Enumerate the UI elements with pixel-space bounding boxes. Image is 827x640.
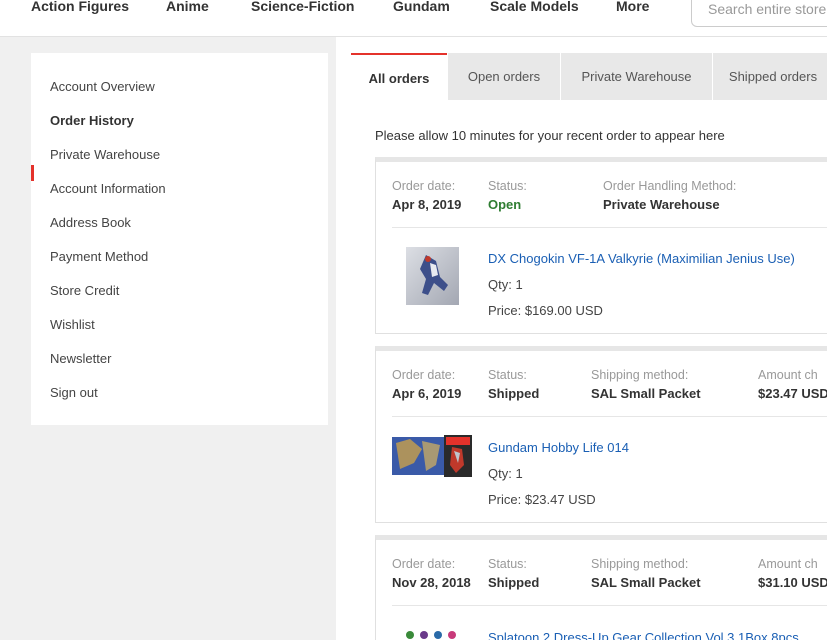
sidebar-item-order-history[interactable]: Order History bbox=[50, 113, 134, 128]
top-navigation: Action Figures Anime Science-Fiction Gun… bbox=[0, 0, 827, 37]
order-card: Order date: Apr 6, 2019 Status: Shipped … bbox=[375, 346, 827, 523]
splatoon-thumbnail-image[interactable] bbox=[404, 628, 464, 640]
order-amount: $31.10 USD bbox=[758, 575, 827, 590]
sidebar-item-account-information[interactable]: Account Information bbox=[50, 181, 166, 196]
product-price: Price: $169.00 USD bbox=[488, 303, 603, 318]
shipping-label: Shipping method: bbox=[591, 557, 689, 571]
order-tabs: All orders Open orders Private Warehouse… bbox=[351, 53, 827, 101]
handling-label: Order Handling Method: bbox=[603, 179, 737, 193]
product-name-link[interactable]: Splatoon 2 Dress-Up Gear Collection Vol.… bbox=[488, 630, 799, 640]
order-card: Order date: Nov 28, 2018 Status: Shipped… bbox=[375, 535, 827, 640]
status-label: Status: bbox=[488, 368, 527, 382]
order-date: Nov 28, 2018 bbox=[392, 575, 471, 590]
sidebar-item-account-overview[interactable]: Account Overview bbox=[50, 79, 155, 94]
order-date: Apr 6, 2019 bbox=[392, 386, 462, 401]
sidebar-item-store-credit[interactable]: Store Credit bbox=[50, 283, 119, 298]
sidebar-item-sign-out[interactable]: Sign out bbox=[50, 385, 98, 400]
nav-gundam[interactable]: Gundam bbox=[393, 0, 450, 14]
status-label: Status: bbox=[488, 557, 527, 571]
order-card: Order date: Apr 8, 2019 Status: Open Ord… bbox=[375, 157, 827, 334]
order-date: Apr 8, 2019 bbox=[392, 197, 462, 212]
nav-science-fiction[interactable]: Science-Fiction bbox=[251, 0, 354, 14]
order-date-label: Order date: bbox=[392, 179, 456, 193]
sidebar-item-private-warehouse[interactable]: Private Warehouse bbox=[50, 147, 160, 162]
sidebar-item-newsletter[interactable]: Newsletter bbox=[50, 351, 111, 366]
product-name-link[interactable]: Gundam Hobby Life 014 bbox=[488, 440, 629, 455]
divider bbox=[392, 416, 827, 417]
amount-label: Amount ch bbox=[758, 368, 818, 382]
search-placeholder: Search entire store bbox=[708, 1, 827, 17]
amount-label: Amount ch bbox=[758, 557, 818, 571]
order-date-label: Order date: bbox=[392, 557, 456, 571]
search-input[interactable]: Search entire store bbox=[691, 0, 827, 27]
product-name-link[interactable]: DX Chogokin VF-1A Valkyrie (Maximilian J… bbox=[488, 251, 795, 266]
sidebar-item-payment-method[interactable]: Payment Method bbox=[50, 249, 148, 264]
shipping-method: SAL Small Packet bbox=[591, 575, 701, 590]
active-indicator bbox=[31, 165, 34, 181]
hobby-life-thumbnail-image[interactable] bbox=[392, 435, 472, 477]
order-status: Open bbox=[488, 197, 522, 212]
divider bbox=[392, 605, 827, 606]
account-sidebar: Account Overview Order History Private W… bbox=[31, 53, 328, 425]
order-amount: $23.47 USD bbox=[758, 386, 827, 401]
divider bbox=[392, 227, 827, 228]
valkyrie-thumbnail-image[interactable] bbox=[406, 247, 459, 305]
nav-scale-models[interactable]: Scale Models bbox=[490, 0, 579, 14]
handling-method: Private Warehouse bbox=[603, 197, 720, 212]
order-notice: Please allow 10 minutes for your recent … bbox=[375, 128, 725, 143]
tab-open-orders[interactable]: Open orders bbox=[448, 53, 560, 100]
sidebar-item-wishlist[interactable]: Wishlist bbox=[50, 317, 95, 332]
product-qty: Qty: 1 bbox=[488, 466, 523, 481]
shipping-label: Shipping method: bbox=[591, 368, 689, 382]
product-price: Price: $23.47 USD bbox=[488, 492, 596, 507]
product-qty: Qty: 1 bbox=[488, 277, 523, 292]
nav-action-figures[interactable]: Action Figures bbox=[31, 0, 129, 14]
order-history-panel: All orders Open orders Private Warehouse… bbox=[336, 37, 827, 640]
order-status: Shipped bbox=[488, 575, 540, 590]
order-status: Shipped bbox=[488, 386, 540, 401]
status-label: Status: bbox=[488, 179, 527, 193]
tab-private-warehouse[interactable]: Private Warehouse bbox=[561, 53, 712, 100]
tab-all-orders[interactable]: All orders bbox=[351, 53, 447, 100]
nav-anime[interactable]: Anime bbox=[166, 0, 209, 14]
shipping-method: SAL Small Packet bbox=[591, 386, 701, 401]
nav-more[interactable]: More bbox=[616, 0, 649, 14]
sidebar-item-address-book[interactable]: Address Book bbox=[50, 215, 131, 230]
order-date-label: Order date: bbox=[392, 368, 456, 382]
tab-shipped-orders[interactable]: Shipped orders bbox=[713, 53, 827, 100]
